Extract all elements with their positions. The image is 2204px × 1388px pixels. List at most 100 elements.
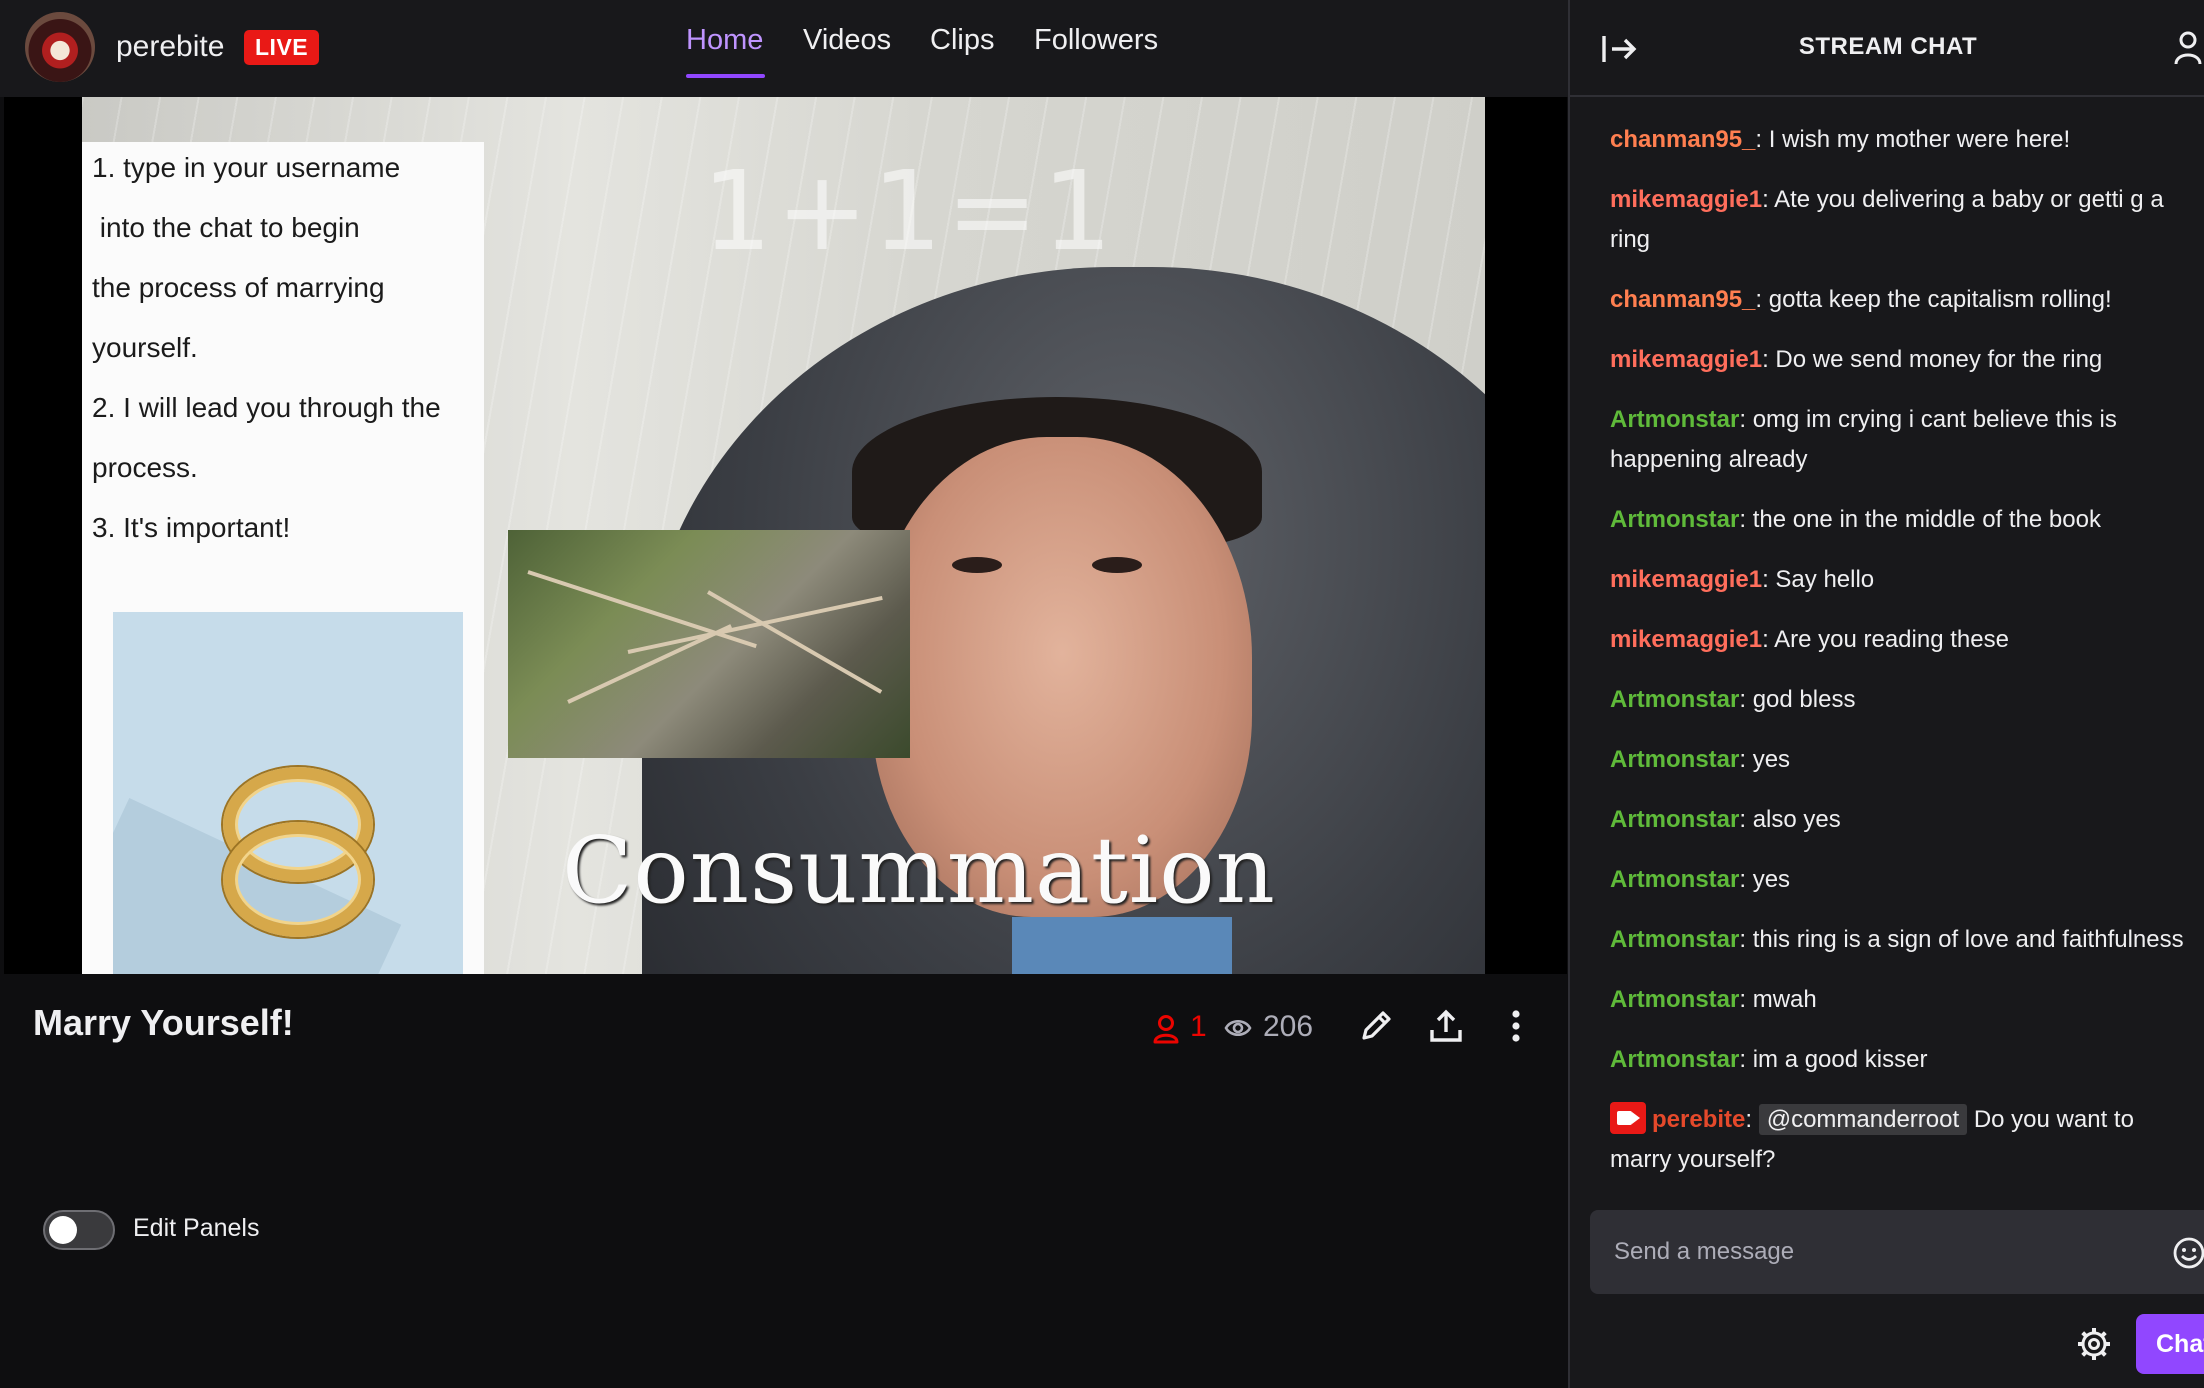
chat-message-text: god bless: [1752, 686, 1856, 713]
video-player[interactable]: 1+1=1 1. type in your username into the …: [4, 97, 1567, 974]
chat-message: chanman95_: I wish my mother were here!: [1610, 120, 2190, 160]
mantis-photo: [508, 530, 910, 758]
chat-colon: :: [1739, 1046, 1753, 1073]
chat-username[interactable]: mikemaggie1: [1610, 566, 1762, 593]
chat-message: Artmonstar: yes: [1610, 860, 2190, 900]
channel-name[interactable]: perebite: [116, 30, 224, 64]
send-chat-button[interactable]: Chat: [2136, 1314, 2204, 1374]
chat-title: STREAM CHAT: [1798, 33, 1978, 60]
chat-username[interactable]: Artmonstar: [1610, 506, 1739, 533]
total-views-count: 206: [1263, 1010, 1314, 1043]
instruction-line: into the chat to begin: [92, 212, 360, 243]
chat-username[interactable]: Artmonstar: [1610, 686, 1739, 713]
chat-mention[interactable]: @commanderroot: [1758, 1104, 1968, 1135]
instruction-line: 1. type in your username: [92, 152, 401, 183]
chat-message: mikemaggie1: Do we send money for the ri…: [1610, 340, 2190, 380]
chat-message: Artmonstar: also yes: [1610, 800, 2190, 840]
left-eye: [952, 557, 1002, 573]
instruction-line: yourself.: [92, 332, 198, 363]
emote-picker-icon[interactable]: [2172, 1236, 2204, 1270]
chat-colon: :: [1739, 986, 1753, 1013]
chat-username[interactable]: Artmonstar: [1610, 866, 1739, 893]
chat-message: Artmonstar: god bless: [1610, 680, 2190, 720]
chat-message-text: Do we send money for the ring: [1775, 346, 2103, 373]
chat-message: Artmonstar: yes: [1610, 740, 2190, 780]
chat-message-text: mwah: [1752, 986, 1817, 1013]
share-icon[interactable]: [1426, 1006, 1466, 1046]
channel-avatar[interactable]: [25, 12, 95, 82]
community-icon[interactable]: [2174, 30, 2204, 66]
chat-input-box[interactable]: [1590, 1210, 2204, 1294]
chat-colon: :: [1739, 406, 1753, 433]
chat-panel: STREAM CHAT chanman95_: I wish my mother…: [1568, 0, 2204, 1388]
chat-username[interactable]: mikemaggie1: [1610, 626, 1762, 653]
chat-colon: :: [1762, 186, 1775, 213]
chat-message: Artmonstar: mwah: [1610, 980, 2190, 1020]
chat-username[interactable]: Artmonstar: [1610, 746, 1739, 773]
chat-message: Artmonstar: this ring is a sign of love …: [1610, 920, 2190, 960]
right-eye: [1092, 557, 1142, 573]
chat-message-text: Are you reading these: [1774, 626, 2009, 653]
instruction-line: 3. It's important!: [92, 512, 291, 543]
ring-photo: [113, 612, 463, 974]
instructions-panel: 1. type in your username into the chat t…: [82, 142, 484, 974]
gear-icon[interactable]: [2076, 1326, 2112, 1362]
chat-colon: :: [1739, 866, 1753, 893]
broadcaster-message: perebite: @commanderroot Do you want to …: [1610, 1100, 2190, 1180]
chat-username[interactable]: perebite: [1652, 1106, 1745, 1133]
chat-colon: :: [1755, 126, 1769, 153]
edit-panels-label: Edit Panels: [133, 1214, 260, 1242]
tab-videos[interactable]: Videos: [803, 24, 891, 57]
chat-message-text: this ring is a sign of love and faithful…: [1752, 926, 2184, 953]
instruction-line: 2. I will lead you through the: [92, 392, 441, 423]
chat-username[interactable]: Artmonstar: [1610, 1046, 1739, 1073]
video-caption: Consummation: [562, 817, 1276, 924]
chat-username[interactable]: chanman95_: [1610, 126, 1755, 153]
chat-username[interactable]: Artmonstar: [1610, 406, 1739, 433]
channel-header: perebite LIVE Home Videos Clips Follower…: [0, 0, 1568, 97]
live-badge: LIVE: [244, 30, 320, 65]
gold-ring: [223, 822, 373, 937]
chat-colon: :: [1739, 686, 1753, 713]
viewer-count: 1: [1190, 1010, 1207, 1043]
chat-message-text: also yes: [1752, 806, 1841, 833]
chat-username[interactable]: Artmonstar: [1610, 986, 1739, 1013]
chat-header: STREAM CHAT: [1570, 0, 2204, 97]
chat-colon: :: [1739, 506, 1753, 533]
chat-username[interactable]: mikemaggie1: [1610, 186, 1762, 213]
tab-followers[interactable]: Followers: [1034, 24, 1158, 57]
tab-clips[interactable]: Clips: [930, 24, 994, 57]
instruction-line: process.: [92, 452, 198, 483]
chat-message: mikemaggie1: Say hello: [1610, 560, 2190, 600]
chat-username[interactable]: mikemaggie1: [1610, 346, 1762, 373]
chat-message-text: yes: [1752, 746, 1791, 773]
chat-colon: :: [1739, 806, 1753, 833]
chat-colon: :: [1762, 626, 1775, 653]
chat-message: chanman95_: gotta keep the capitalism ro…: [1610, 280, 2190, 320]
chat-message-text: the one in the middle of the book: [1752, 506, 2101, 533]
chat-username[interactable]: chanman95_: [1610, 286, 1755, 313]
chat-message-text: I wish my mother were here!: [1768, 126, 2071, 153]
chat-message-text: yes: [1752, 866, 1791, 893]
chat-message: Artmonstar: omg im crying i cant believe…: [1610, 400, 2190, 480]
chat-message-text: im a good kisser: [1752, 1046, 1928, 1073]
chat-message-text: gotta keep the capitalism rolling!: [1768, 286, 2112, 313]
stream-title: Marry Yourself!: [33, 1002, 294, 1043]
chat-input[interactable]: [1614, 1210, 2134, 1294]
eye-icon: [1224, 1019, 1252, 1037]
chat-message-text: Say hello: [1775, 566, 1875, 593]
chat-message: Artmonstar: im a good kisser: [1610, 1040, 2190, 1080]
tab-home[interactable]: Home: [686, 24, 763, 57]
chat-colon: :: [1739, 926, 1753, 953]
chat-username[interactable]: Artmonstar: [1610, 806, 1739, 833]
chat-colon: :: [1745, 1106, 1759, 1133]
toggle-knob: [49, 1216, 77, 1244]
person-icon: [1153, 1015, 1179, 1044]
chat-username[interactable]: Artmonstar: [1610, 926, 1739, 953]
pencil-icon[interactable]: [1356, 1006, 1396, 1046]
chat-message: mikemaggie1: Ate you delivering a baby o…: [1610, 180, 2190, 260]
kebab-menu-icon[interactable]: [1496, 1006, 1536, 1046]
edit-panels-toggle[interactable]: [43, 1210, 115, 1250]
chat-colon: :: [1762, 566, 1776, 593]
chat-colon: :: [1762, 346, 1776, 373]
